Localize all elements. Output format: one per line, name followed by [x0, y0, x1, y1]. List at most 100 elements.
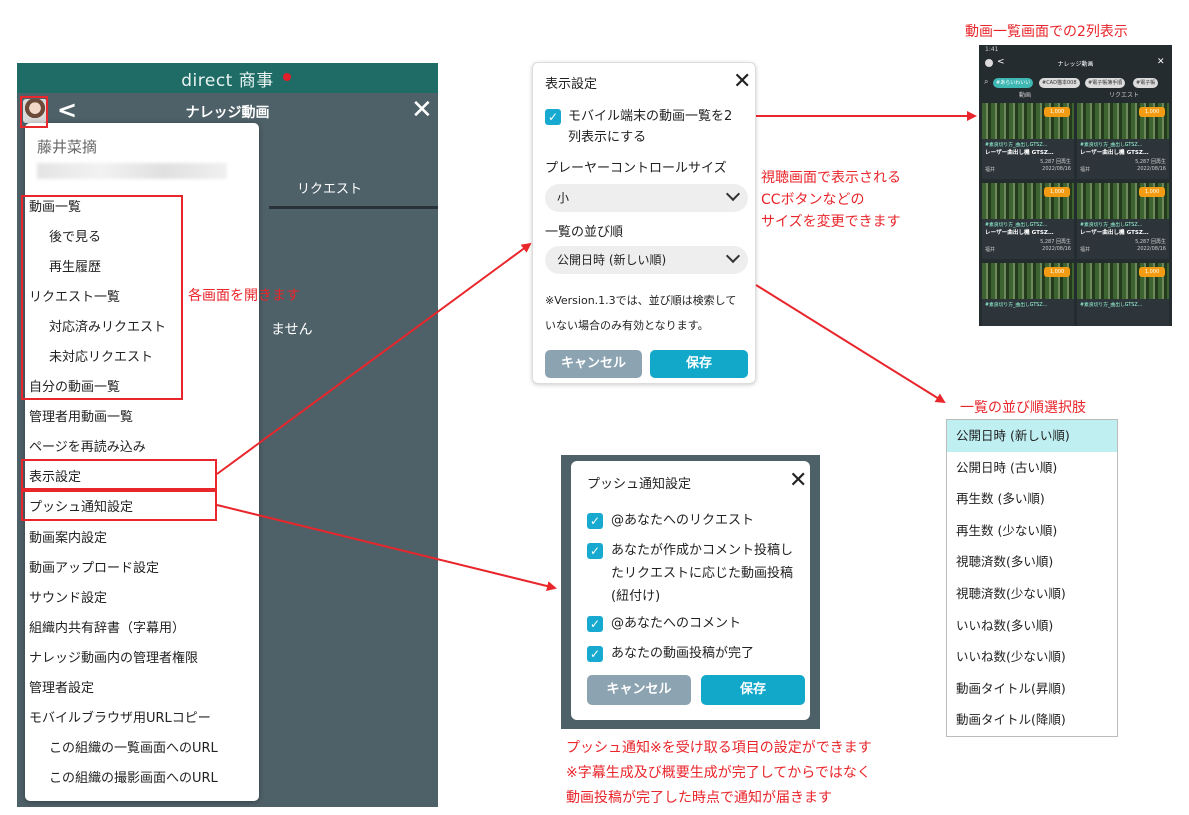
sort-select[interactable]: 公開日時 (新しい順)	[545, 246, 748, 274]
tag-chips: #あらいわいい #CAD猫本008 #電子帳簿手順 #電子帳	[993, 78, 1172, 88]
like-badge: 1,000	[1044, 187, 1070, 197]
cancel-button[interactable]: キャンセル	[545, 350, 642, 378]
dialog-title: 表示設定	[545, 77, 598, 92]
menu-item[interactable]: 管理者設定	[25, 674, 259, 704]
push-settings-dialog: プッシュ通知設定 ✕ ✓ @あなたへのリクエスト ✓ あなたが作成かコメント投稿…	[571, 461, 810, 720]
tab-request[interactable]: リクエスト	[1109, 90, 1139, 99]
video-meta: 福井 2022/08/16	[1080, 166, 1166, 173]
video-card[interactable]: 1,000 #素良切り方_曲出しGTSZ… レーザー曲出し機 GTSZ… 5,287 …	[1077, 103, 1169, 179]
video-title: レーザー曲出し機 GTSZ…	[1080, 230, 1149, 236]
video-card[interactable]: 1,000 #素良切り方_曲出しGTSZ… レーザー曲出し機 GTSZ… 5,287 …	[982, 183, 1074, 259]
sort-value: 公開日時 (新しい順)	[557, 253, 667, 267]
menu-item[interactable]: この組織の一覧画面へのURL	[25, 734, 259, 764]
like-badge: 1,000	[1044, 267, 1070, 277]
sort-option[interactable]: 動画タイトル(降順)	[947, 704, 1117, 736]
video-tags: #素良切り方_曲出しGTSZ…	[1080, 303, 1143, 308]
sort-option[interactable]: 公開日時 (古い順)	[947, 452, 1117, 484]
checkbox-two-column[interactable]: ✓	[545, 109, 561, 125]
checkbox-post-complete[interactable]: ✓	[587, 646, 603, 662]
sort-option[interactable]: 再生数 (少ない順)	[947, 515, 1117, 547]
push-settings-highlight	[21, 490, 217, 521]
video-meta: 福井 2022/08/16	[1080, 246, 1166, 253]
chevron-down-icon	[725, 186, 741, 202]
video-meta: 福井 2022/08/16	[985, 166, 1071, 173]
annotation-open-screens: 各画面を開きます	[188, 288, 300, 304]
sort-option[interactable]: いいね数(少ない順)	[947, 641, 1117, 673]
player-size-value: 小	[557, 191, 570, 205]
close-icon[interactable]: ✕	[789, 470, 807, 492]
video-card[interactable]: 1,000 #素良切り方_曲出しGTSZ… レーザー曲出し機 GTSZ… 5,287 …	[1077, 183, 1169, 259]
sort-option[interactable]: 視聴済数(多い順)	[947, 546, 1117, 578]
player-size-label: プレーヤーコントロールサイズ	[545, 161, 727, 176]
save-button[interactable]: 保存	[650, 350, 748, 378]
user-name: 藤井菜摘	[37, 138, 98, 156]
menu-item[interactable]: 動画案内設定	[25, 524, 259, 554]
view-count: 5,287 回再生	[1040, 159, 1071, 165]
preview-tabs: 動画 リクエスト	[979, 90, 1172, 100]
page-title: ナレッジ動画	[185, 105, 270, 121]
sort-option[interactable]: 動画タイトル(昇順)	[947, 673, 1117, 705]
video-date: 2022/08/16	[1042, 246, 1071, 252]
annotation-line: CCボタンなどの	[761, 192, 865, 208]
menu-item[interactable]: 管理者用動画一覧	[25, 403, 259, 433]
video-card[interactable]: 1,000 #素良切り方_曲出しGTSZ…	[1077, 263, 1169, 326]
menu-item[interactable]: サウンド設定	[25, 584, 259, 614]
close-icon[interactable]: ✕	[411, 95, 433, 125]
sort-option[interactable]: 視聴済数(少ない順)	[947, 578, 1117, 610]
menu-item[interactable]: 組織内共有辞書（字幕用）	[25, 614, 259, 644]
annotation-line: 動画投稿が完了した時点で通知が届きます	[566, 790, 832, 806]
tag-chip[interactable]: #電子帳簿手順	[1085, 78, 1126, 88]
menu-item[interactable]: この組織の撮影画面へのURL	[25, 764, 259, 794]
like-badge: 1,000	[1139, 187, 1165, 197]
sort-option[interactable]: 再生数 (多い順)	[947, 483, 1117, 515]
checkbox-request[interactable]: ✓	[587, 513, 603, 529]
menu-item[interactable]: 動画アップロード設定	[25, 554, 259, 584]
preview-title: ナレッジ動画	[1057, 61, 1094, 68]
sort-options-caption: 一覧の並び順選択肢	[960, 400, 1086, 416]
option-label: @あなたへのコメント	[611, 616, 742, 631]
empty-message: ません	[271, 322, 313, 338]
checkbox-comment[interactable]: ✓	[587, 616, 603, 632]
avatar-highlight	[20, 96, 48, 128]
tag-chip[interactable]: #あらいわいい	[993, 78, 1034, 88]
tag-chip[interactable]: #電子帳	[1133, 78, 1159, 88]
menu-group-highlight	[21, 195, 183, 400]
option-label: あなたが作成かコメント投稿し	[611, 543, 794, 558]
search-icon[interactable]: ⌕	[984, 77, 988, 87]
video-tags: #素良切り方_曲出しGTSZ…	[985, 223, 1048, 228]
sort-option[interactable]: 公開日時 (新しい順)	[947, 420, 1117, 452]
menu-item[interactable]: ナレッジ動画内の管理者権限	[25, 644, 259, 674]
close-icon[interactable]: ✕	[1157, 57, 1165, 67]
view-count: 5,287 回再生	[1040, 239, 1071, 245]
player-size-select[interactable]: 小	[545, 184, 748, 212]
tab-request[interactable]: リクエスト	[297, 178, 362, 197]
save-button[interactable]: 保存	[701, 675, 805, 705]
tab-videos[interactable]: 動画	[1019, 90, 1031, 99]
video-meta: 福井 2022/08/16	[985, 246, 1071, 253]
annotation-push: プッシュ通知※を受け取る項目の設定ができます ※字幕生成及び概要生成が完了してか…	[566, 736, 872, 811]
video-title: レーザー曲出し機 GTSZ…	[985, 150, 1054, 156]
tag-chip[interactable]: #CAD猫本008	[1039, 78, 1080, 88]
video-card[interactable]: 1,000 #素良切り方_曲出しGTSZ…	[982, 263, 1074, 326]
brand-name: direct 商事	[181, 71, 274, 91]
sort-option[interactable]: いいね数(多い順)	[947, 610, 1117, 642]
display-settings-dialog: 表示設定 ✕ ✓ モバイル端末の動画一覧を2 列表示にする プレーヤーコントロー…	[532, 62, 756, 384]
video-card[interactable]: 1,000 #素良切り方_曲出しGTSZ… レーザー曲出し機 GTSZ… 5,287 …	[982, 103, 1074, 179]
version-note-line1: ※Version.1.3では、並び順は検索して	[545, 294, 737, 307]
video-tags: #素良切り方_曲出しGTSZ…	[985, 143, 1048, 148]
menu-item[interactable]: モバイルブラウザ用URLコピー	[25, 704, 259, 734]
like-badge: 1,000	[1139, 267, 1165, 277]
video-date: 2022/08/16	[1042, 166, 1071, 172]
dialog-title: プッシュ通知設定	[587, 477, 692, 492]
video-author: 福井	[985, 247, 996, 253]
checkbox-linked-post[interactable]: ✓	[587, 543, 603, 559]
cancel-button[interactable]: キャンセル	[587, 675, 691, 705]
close-icon[interactable]: ✕	[733, 71, 751, 93]
video-date: 2022/08/16	[1137, 166, 1166, 172]
video-tags: #素良切り方_曲出しGTSZ…	[1080, 223, 1143, 228]
view-count: 5,287 回再生	[1135, 159, 1166, 165]
preview-header: < ナレッジ動画 ✕	[979, 57, 1172, 71]
brand-dot-icon	[283, 73, 291, 81]
option-label: たリクエストに応じた動画投稿	[611, 566, 794, 581]
option-label: @あなたへのリクエスト	[611, 513, 755, 528]
